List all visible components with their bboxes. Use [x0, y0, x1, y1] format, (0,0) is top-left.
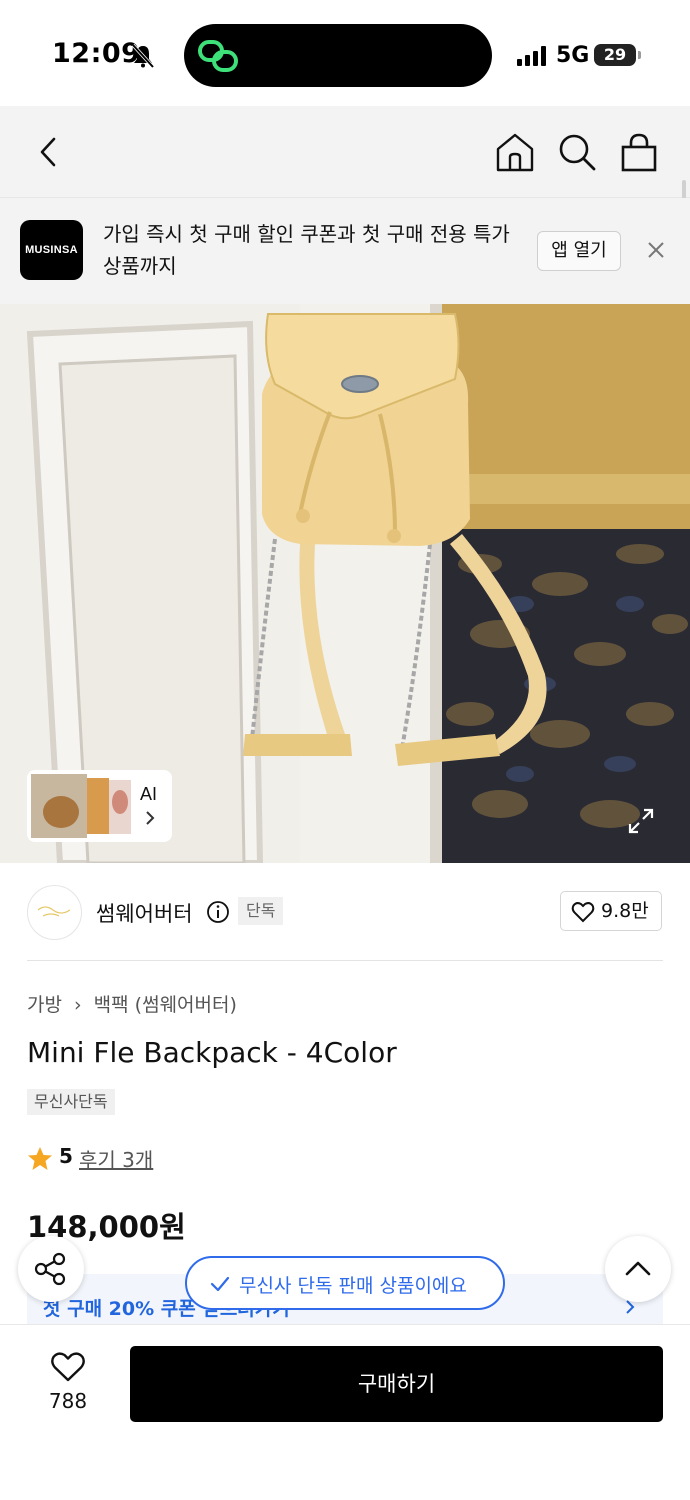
- rating-value: 5: [59, 1144, 73, 1168]
- home-icon[interactable]: [493, 130, 537, 174]
- breadcrumb: 가방 › 백팩 (썸웨어버터): [27, 990, 237, 1017]
- search-icon[interactable]: [555, 130, 599, 174]
- check-icon: [210, 1276, 230, 1292]
- battery-cap: [638, 51, 641, 59]
- star-icon: [28, 1147, 52, 1170]
- expand-icon[interactable]: [627, 807, 655, 835]
- exclusive-toast: 무신사 단독 판매 상품이에요: [185, 1256, 505, 1310]
- close-icon[interactable]: [644, 238, 668, 262]
- open-app-button[interactable]: 앱 열기: [537, 231, 621, 271]
- product-image-gallery[interactable]: AI: [0, 304, 690, 863]
- chevron-right-icon: [146, 811, 155, 825]
- info-icon[interactable]: [206, 900, 230, 924]
- exclusive-badge: 단독: [238, 897, 284, 925]
- breadcrumb-item-bag[interactable]: 가방: [27, 994, 62, 1016]
- dynamic-island: [184, 24, 492, 87]
- bell-off-icon: [132, 44, 154, 68]
- brand-logo-mark: [37, 906, 70, 917]
- network-type: 5G: [556, 43, 590, 68]
- divider: [27, 960, 663, 961]
- app-install-banner: MUSINSA 가입 즉시 첫 구매 할인 쿠폰과 첫 구매 전용 특가 상품까…: [0, 198, 690, 304]
- breadcrumb-item-backpack[interactable]: 백팩 (썸웨어버터): [94, 994, 237, 1016]
- ai-similar-items-card[interactable]: AI: [27, 770, 172, 842]
- wish-count: 788: [48, 1389, 88, 1413]
- top-nav: [0, 106, 690, 198]
- musinsa-logo: MUSINSA: [20, 220, 83, 280]
- brand-logo-avatar[interactable]: [27, 885, 82, 940]
- similar-items-thumbnail: [31, 774, 131, 838]
- brand-like-count: 9.8만: [601, 900, 649, 922]
- ai-label: AI: [140, 784, 158, 804]
- banner-message: 가입 즉시 첫 구매 할인 쿠폰과 첫 구매 전용 특가 상품까지: [103, 222, 510, 278]
- chevron-right-icon: ›: [74, 994, 82, 1016]
- bottom-purchase-bar: 788 구매하기: [0, 1324, 690, 1500]
- brand-name[interactable]: 썸웨어버터: [96, 898, 193, 928]
- buy-button[interactable]: 구매하기: [130, 1346, 663, 1422]
- share-icon: [34, 1252, 66, 1286]
- product-title: Mini Fle Backpack - 4Color: [27, 1036, 397, 1069]
- heart-icon: [571, 902, 595, 923]
- chevron-left-icon[interactable]: [27, 130, 71, 174]
- toast-text: 무신사 단독 판매 상품이에요: [239, 1275, 467, 1297]
- status-bar: 12:09 5G 29: [0, 0, 690, 106]
- share-button[interactable]: [18, 1236, 84, 1302]
- scroll-to-top-button[interactable]: [605, 1236, 671, 1302]
- status-time: 12:09: [52, 38, 141, 69]
- shopping-bag-icon[interactable]: [617, 130, 661, 174]
- review-count-link[interactable]: 후기 3개: [79, 1144, 153, 1173]
- signal-icon: [517, 46, 546, 66]
- brand-row: 썸웨어버터 단독 9.8만: [0, 863, 690, 961]
- exclusive-tag: 무신사단독: [27, 1089, 115, 1115]
- chevron-up-icon: [625, 1261, 651, 1276]
- brand-like-button[interactable]: 9.8만: [560, 891, 662, 931]
- link-icon: [198, 40, 238, 72]
- battery-icon: 29: [594, 44, 636, 66]
- heart-icon[interactable]: [50, 1351, 86, 1383]
